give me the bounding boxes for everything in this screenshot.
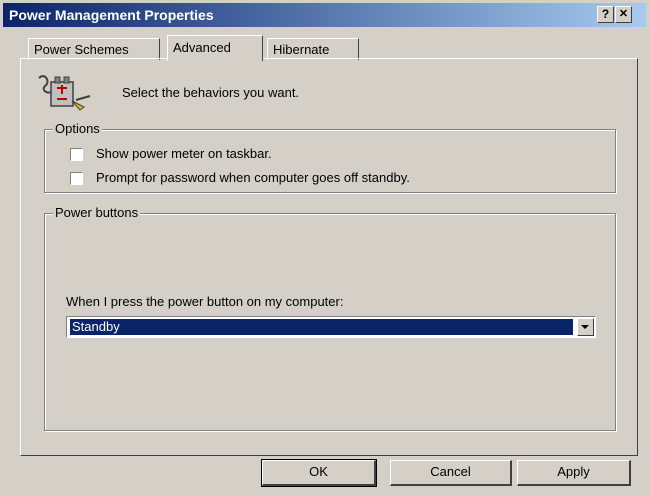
ok-button[interactable]: OK xyxy=(261,459,377,487)
power-button-prompt: When I press the power button on my comp… xyxy=(66,294,344,309)
window-title: Power Management Properties xyxy=(9,7,214,23)
properties-window: Power Management Properties ? ✕ Power Sc… xyxy=(0,0,649,496)
show-power-meter-checkbox[interactable] xyxy=(70,148,83,161)
help-button[interactable]: ? xyxy=(597,6,614,23)
tab-label: Power Schemes xyxy=(34,42,129,57)
prompt-password-label[interactable]: Prompt for password when computer goes o… xyxy=(96,170,410,185)
title-bar[interactable]: Power Management Properties ? ✕ xyxy=(3,3,646,27)
prompt-password-checkbox[interactable] xyxy=(70,172,83,185)
show-power-meter-label[interactable]: Show power meter on taskbar. xyxy=(96,146,272,161)
tab-hibernate[interactable]: Hibernate xyxy=(267,38,359,60)
power-buttons-legend: Power buttons xyxy=(53,205,141,220)
close-button[interactable]: ✕ xyxy=(615,6,632,23)
power-button-action-select[interactable]: Standby xyxy=(66,316,596,338)
tab-label: Hibernate xyxy=(273,42,330,57)
chevron-down-icon xyxy=(581,325,589,329)
tab-advanced[interactable]: Advanced xyxy=(167,35,263,61)
options-legend: Options xyxy=(53,121,102,136)
tab-power-schemes[interactable]: Power Schemes xyxy=(28,38,160,60)
tab-label: Advanced xyxy=(173,40,231,55)
power-plug-icon xyxy=(36,72,94,112)
cancel-button[interactable]: Cancel xyxy=(390,460,512,486)
apply-button[interactable]: Apply xyxy=(517,460,631,486)
selected-action: Standby xyxy=(69,318,574,336)
header-text: Select the behaviors you want. xyxy=(122,85,300,100)
dropdown-arrow-button[interactable] xyxy=(577,318,594,336)
